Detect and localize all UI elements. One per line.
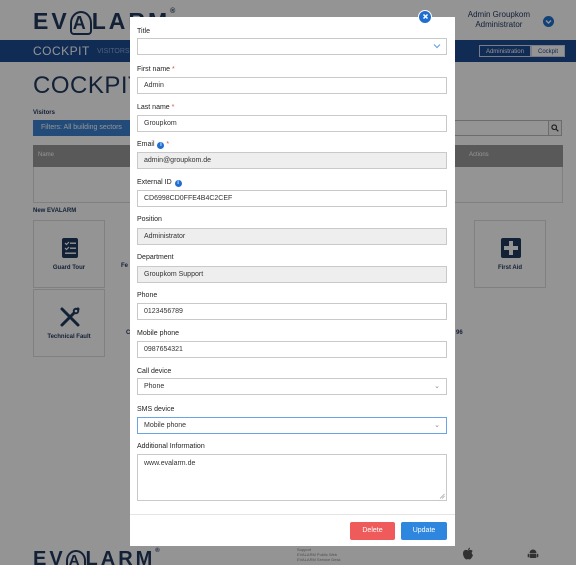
department-label: Department bbox=[137, 254, 174, 261]
chevron-down-icon: ⌄ bbox=[434, 383, 440, 390]
footer-divider bbox=[130, 514, 455, 515]
close-icon[interactable] bbox=[418, 10, 432, 24]
delete-button[interactable]: Delete bbox=[350, 522, 395, 540]
phone-input[interactable]: 0123456789 bbox=[137, 303, 447, 320]
department-input[interactable]: Groupkom Support bbox=[137, 266, 447, 283]
position-input[interactable]: Administrator bbox=[137, 228, 447, 245]
info-icon[interactable]: i bbox=[174, 180, 182, 187]
edit-user-modal: Title First name * Admin Last name * Gro… bbox=[130, 17, 455, 546]
call-device-label: Call device bbox=[137, 368, 172, 375]
update-button[interactable]: Update bbox=[401, 522, 447, 540]
first-name-input[interactable]: Admin bbox=[137, 77, 447, 94]
additional-info-textarea[interactable]: www.evalarm.de bbox=[137, 454, 447, 501]
external-id-label: External ID i bbox=[137, 179, 182, 187]
resize-grip-icon[interactable] bbox=[439, 493, 445, 499]
position-label: Position bbox=[137, 216, 162, 223]
first-name-label: First name * bbox=[137, 66, 175, 73]
email-input[interactable]: admin@groupkom.de bbox=[137, 152, 447, 169]
additional-info-label: Additional Information bbox=[137, 443, 205, 450]
phone-label: Phone bbox=[137, 292, 158, 299]
chevron-down-icon: ⌄ bbox=[434, 422, 440, 429]
mobile-phone-label: Mobile phone bbox=[137, 330, 180, 337]
external-id-input[interactable]: CD6998CD0FFE4B4C2CEF bbox=[137, 190, 447, 207]
mobile-phone-input[interactable]: 0987654321 bbox=[137, 341, 447, 358]
email-label: Email i * bbox=[137, 141, 170, 149]
sms-device-label: SMS device bbox=[137, 406, 175, 413]
sms-device-select[interactable]: Mobile phone ⌄ bbox=[137, 417, 447, 434]
last-name-label: Last name * bbox=[137, 104, 175, 111]
title-label: Title bbox=[137, 28, 150, 35]
chevron-down-icon bbox=[433, 44, 441, 49]
last-name-input[interactable]: Groupkom bbox=[137, 115, 447, 132]
info-icon[interactable]: i bbox=[157, 142, 165, 149]
call-device-select[interactable]: Phone ⌄ bbox=[137, 378, 447, 395]
title-select[interactable] bbox=[137, 38, 447, 55]
